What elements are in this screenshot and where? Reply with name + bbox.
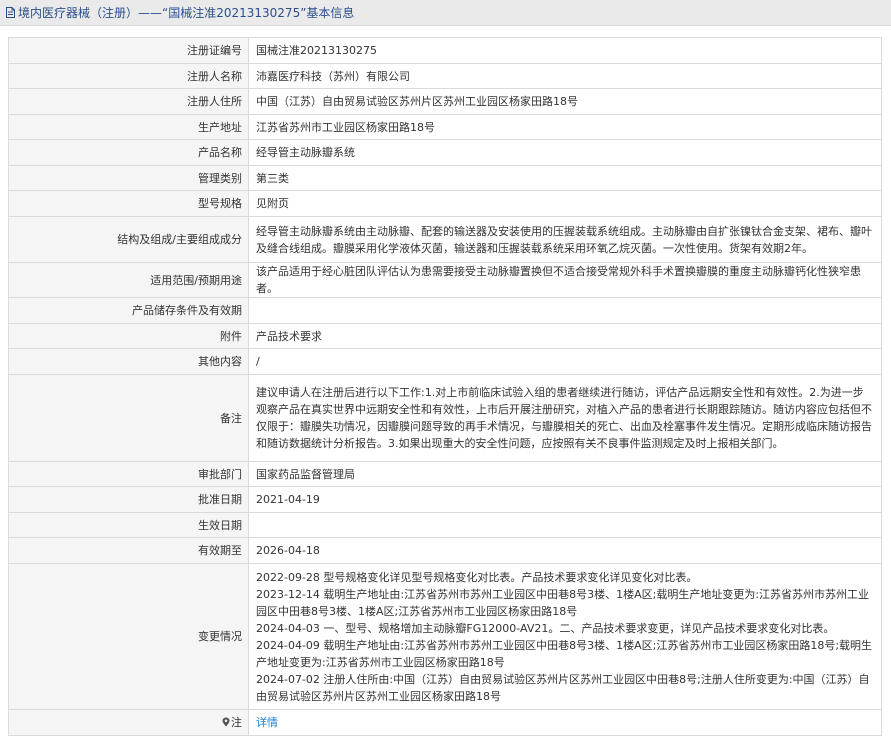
info-row: 结构及组成/主要组成成分 经导管主动脉瓣系统由主动脉瓣、配套的输送器及安装使用的压… <box>8 216 882 263</box>
info-row: 管理类别 第三类 <box>8 165 882 191</box>
row-label: 备注 <box>8 374 249 462</box>
row-value: 中国（江苏）自由贸易试验区苏州片区苏州工业园区杨家田路18号 <box>248 88 882 115</box>
row-label: 结构及组成/主要组成成分 <box>8 216 249 263</box>
row-value: 见附页 <box>248 190 882 217</box>
row-label: 生效日期 <box>8 512 249 538</box>
change-history-row: 变更情况 2022-09-28 型号规格变化详见型号规格变化对比表。产品技术要求变… <box>8 563 882 710</box>
change-history-entry: 2022-09-28 型号规格变化详见型号规格变化对比表。产品技术要求变化详见变… <box>256 570 698 584</box>
row-value: 2021-04-19 <box>248 486 882 513</box>
info-row: 产品名称 经导管主动脉瓣系统 <box>8 139 882 166</box>
change-history-entry: 2024-04-09 载明生产地址由:江苏省苏州市苏州工业园区中田巷8号3楼、1… <box>256 638 873 669</box>
row-label: 注册人名称 <box>8 63 249 89</box>
info-row: 适用范围/预期用途 该产品适用于经心脏团队评估认为患需要接受主动脉瓣置换但不适合接… <box>8 262 882 298</box>
row-value: 第三类 <box>248 165 882 191</box>
row-label: 产品储存条件及有效期 <box>8 297 249 324</box>
pin-icon <box>222 717 230 727</box>
note-value: 详情 <box>248 709 882 736</box>
info-row: 附件 产品技术要求 <box>8 323 882 349</box>
info-row: 注册证编号 国械注准20213130275 <box>8 37 882 64</box>
note-label: 注 <box>231 716 242 729</box>
page-title-bar: 境内医疗器械（注册）——“国械注准20213130275”基本信息 <box>0 0 891 26</box>
info-table: 注册证编号 国械注准20213130275 注册人名称 沛嘉医疗科技（苏州）有限公司注… <box>8 37 882 736</box>
row-label: 注册证编号 <box>8 37 249 64</box>
note-row: 注 详情 <box>8 709 882 736</box>
row-value: 江苏省苏州市工业园区杨家田路18号 <box>248 114 882 140</box>
row-label: 审批部门 <box>8 461 249 487</box>
row-label: 注册人住所 <box>8 88 249 115</box>
info-row: 生效日期 <box>8 512 882 538</box>
page-title: 境内医疗器械（注册）——“国械注准20213130275”基本信息 <box>18 6 355 20</box>
row-label: 产品名称 <box>8 139 249 166</box>
row-label: 型号规格 <box>8 190 249 217</box>
row-label: 批准日期 <box>8 486 249 513</box>
info-row: 注册人名称 沛嘉医疗科技（苏州）有限公司 <box>8 63 882 89</box>
change-history-entry: 2024-07-02 注册人住所由:中国（江苏）自由贸易试验区苏州片区苏州工业园… <box>256 672 870 703</box>
info-row: 批准日期 2021-04-19 <box>8 486 882 513</box>
row-label: 附件 <box>8 323 249 349</box>
change-history-list: 2022-09-28 型号规格变化详见型号规格变化对比表。产品技术要求变化详见变… <box>248 563 882 710</box>
info-row: 备注 建议申请人在注册后进行以下工作:1.对上市前临床试验入组的患者继续进行随访，… <box>8 374 882 462</box>
info-row: 生产地址 江苏省苏州市工业园区杨家田路18号 <box>8 114 882 140</box>
row-label: 有效期至 <box>8 537 249 564</box>
details-link[interactable]: 详情 <box>256 716 278 729</box>
row-value: 建议申请人在注册后进行以下工作:1.对上市前临床试验入组的患者继续进行随访，评估… <box>248 374 882 462</box>
change-history-entry: 2023-12-14 载明生产地址由:江苏省苏州市苏州工业园区中田巷8号3楼、1… <box>256 587 870 618</box>
row-label: 变更情况 <box>8 563 249 710</box>
row-label: 生产地址 <box>8 114 249 140</box>
row-label: 管理类别 <box>8 165 249 191</box>
row-label: 其他内容 <box>8 348 249 375</box>
info-row: 有效期至 2026-04-18 <box>8 537 882 564</box>
row-value <box>248 512 882 538</box>
change-history-entry: 2024-04-03 一、型号、规格增加主动脉瓣FG12000-AV21。二、产… <box>256 621 835 635</box>
row-value: 2026-04-18 <box>248 537 882 564</box>
row-value: 经导管主动脉瓣系统由主动脉瓣、配套的输送器及安装使用的压握装载系统组成。主动脉瓣… <box>248 216 882 263</box>
row-value: 经导管主动脉瓣系统 <box>248 139 882 166</box>
row-value <box>248 297 882 324</box>
row-value: 该产品适用于经心脏团队评估认为患需要接受主动脉瓣置换但不适合接受常规外科手术置换… <box>248 262 882 298</box>
info-row: 其他内容 / <box>8 348 882 375</box>
row-value: 沛嘉医疗科技（苏州）有限公司 <box>248 63 882 89</box>
note-label-cell: 注 <box>8 709 249 736</box>
row-value: / <box>248 348 882 375</box>
document-icon <box>6 7 15 18</box>
row-value: 国械注准20213130275 <box>248 37 882 64</box>
row-value: 国家药品监督管理局 <box>248 461 882 487</box>
row-value: 产品技术要求 <box>248 323 882 349</box>
row-label: 适用范围/预期用途 <box>8 262 249 298</box>
info-row: 审批部门 国家药品监督管理局 <box>8 461 882 487</box>
info-row: 产品储存条件及有效期 <box>8 297 882 324</box>
info-row: 注册人住所 中国（江苏）自由贸易试验区苏州片区苏州工业园区杨家田路18号 <box>8 88 882 115</box>
info-row: 型号规格 见附页 <box>8 190 882 217</box>
